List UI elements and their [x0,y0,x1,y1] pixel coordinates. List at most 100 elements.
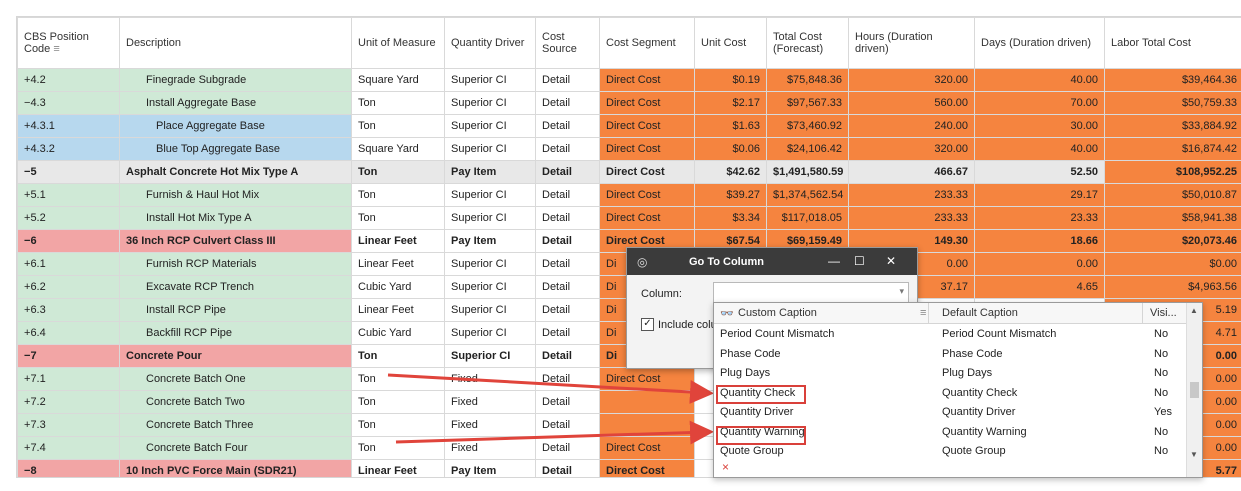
cell-uom[interactable]: Cubic Yard [351,275,445,299]
cell-cost-source[interactable]: Detail [535,91,600,115]
default-caption-header[interactable]: Default Caption [942,307,1018,319]
cell-cost-segment[interactable]: Direct Cost [599,206,695,230]
cell-days[interactable]: 0.00 [974,252,1105,276]
cell-labor-total[interactable]: $16,874.42 [1104,137,1241,161]
cell-description[interactable]: Concrete Batch Four [119,436,352,460]
cell-uom[interactable]: Linear Feet [351,298,445,322]
cell-code[interactable]: +5.2 [17,206,120,230]
cell-hours[interactable]: 560.00 [848,91,975,115]
cell-uom[interactable]: Ton [351,206,445,230]
col-header-days[interactable]: Days (Duration driven) [974,17,1105,69]
cell-uom[interactable]: Ton [351,344,445,368]
cell-uom[interactable]: Square Yard [351,137,445,161]
cell-hours[interactable]: 320.00 [848,68,975,92]
cell-description[interactable]: Concrete Batch Two [119,390,352,414]
cell-uom[interactable]: Square Yard [351,68,445,92]
cell-labor-total[interactable]: $108,952.25 [1104,160,1241,184]
cell-description[interactable]: Place Aggregate Base [119,114,352,138]
cell-total-cost[interactable]: $97,567.33 [766,91,849,115]
cell-labor-total[interactable]: $50,010.87 [1104,183,1241,207]
dropdown-option[interactable]: Phase Code Phase Code No [714,345,1186,364]
cell-qty-driver[interactable]: Superior CI [444,252,536,276]
col-header-labor-total[interactable]: Labor Total Cost [1104,17,1241,69]
cell-cost-source[interactable]: Detail [535,436,600,460]
cell-cost-source[interactable]: Detail [535,298,600,322]
cell-hours[interactable]: 240.00 [848,114,975,138]
cell-cost-source[interactable]: Detail [535,275,600,299]
cell-qty-driver[interactable]: Superior CI [444,321,536,345]
scroll-thumb[interactable] [1190,382,1199,398]
scroll-up-icon[interactable]: ▲ [1190,306,1198,315]
cell-days[interactable]: 18.66 [974,229,1105,253]
cell-qty-driver[interactable]: Pay Item [444,229,536,253]
cell-unit-cost[interactable]: $3.34 [694,206,767,230]
cell-days[interactable]: 52.50 [974,160,1105,184]
cell-code[interactable]: −5 [17,160,120,184]
cell-code[interactable]: +7.2 [17,390,120,414]
cell-description[interactable]: Concrete Batch One [119,367,352,391]
cell-code[interactable]: −7 [17,344,120,368]
col-header-hours[interactable]: Hours (Duration driven) [848,17,975,69]
cell-uom[interactable]: Ton [351,91,445,115]
cell-cost-segment[interactable]: Direct Cost [599,114,695,138]
cell-hours[interactable]: 320.00 [848,137,975,161]
cell-cost-source[interactable]: Detail [535,229,600,253]
cell-uom[interactable]: Linear Feet [351,459,445,477]
cell-qty-driver[interactable]: Superior CI [444,183,536,207]
cell-qty-driver[interactable]: Superior CI [444,114,536,138]
cell-qty-driver[interactable]: Superior CI [444,275,536,299]
cell-qty-driver[interactable]: Superior CI [444,206,536,230]
cell-description[interactable]: 36 Inch RCP Culvert Class III [119,229,352,253]
cell-description[interactable]: Backfill RCP Pipe [119,321,352,345]
cell-qty-driver[interactable]: Superior CI [444,137,536,161]
table-row[interactable]: +5.1 Furnish & Haul Hot Mix Ton Superior CI… [17,183,1241,207]
cell-cost-segment[interactable]: Direct Cost [599,160,695,184]
cell-days[interactable]: 29.17 [974,183,1105,207]
cell-code[interactable]: −6 [17,229,120,253]
cell-uom[interactable]: Linear Feet [351,252,445,276]
visible-header[interactable]: Visi... [1150,307,1177,319]
col-header-qty-driver[interactable]: Quantity Driver [444,17,536,69]
custom-caption-header[interactable]: Custom Caption [738,307,817,319]
cell-cost-segment[interactable]: Direct Cost [599,436,695,460]
dropdown-option[interactable]: Plug Days Plug Days No [714,364,1186,383]
cell-description[interactable]: Blue Top Aggregate Base [119,137,352,161]
cell-cost-source[interactable]: Detail [535,321,600,345]
cell-qty-driver[interactable]: Fixed [444,413,536,437]
cell-qty-driver[interactable]: Pay Item [444,459,536,477]
cell-cost-source[interactable]: Detail [535,206,600,230]
cell-code[interactable]: +6.1 [17,252,120,276]
dropdown-scrollbar[interactable]: ▲ ▼ [1186,303,1202,477]
cell-cost-source[interactable]: Detail [535,344,600,368]
cell-qty-driver[interactable]: Superior CI [444,298,536,322]
cell-total-cost[interactable]: $1,491,580.59 [766,160,849,184]
table-row[interactable]: +4.3.2 Blue Top Aggregate Base Square Yard… [17,137,1241,161]
cell-cost-segment[interactable]: Direct Cost [599,68,695,92]
cell-code[interactable]: −4.3 [17,91,120,115]
cell-labor-total[interactable]: $33,884.92 [1104,114,1241,138]
include-checkbox[interactable]: ✓ [641,318,654,331]
cell-description[interactable]: Furnish & Haul Hot Mix [119,183,352,207]
cell-code[interactable]: +7.3 [17,413,120,437]
cell-code[interactable]: +4.2 [17,68,120,92]
cell-labor-total[interactable]: $0.00 [1104,252,1241,276]
cell-cost-source[interactable]: Detail [535,413,600,437]
cell-hours[interactable]: 233.33 [848,206,975,230]
cell-days[interactable]: 4.65 [974,275,1105,299]
cell-code[interactable]: +4.3.1 [17,114,120,138]
cell-total-cost[interactable]: $24,106.42 [766,137,849,161]
cell-code[interactable]: +7.1 [17,367,120,391]
cell-labor-total[interactable]: $39,464.36 [1104,68,1241,92]
cell-code[interactable]: +5.1 [17,183,120,207]
cell-unit-cost[interactable]: $42.62 [694,160,767,184]
cell-code[interactable]: −8 [17,459,120,477]
cell-code[interactable]: +6.3 [17,298,120,322]
col-header-description[interactable]: Description [119,17,352,69]
table-row[interactable]: −4.3 Install Aggregate Base Ton Superior CI… [17,91,1241,115]
cell-total-cost[interactable]: $117,018.05 [766,206,849,230]
cell-uom[interactable]: Ton [351,413,445,437]
cell-cost-source[interactable]: Detail [535,68,600,92]
cell-cost-source[interactable]: Detail [535,160,600,184]
col-header-code[interactable]: CBS Position Code ≡ [17,17,120,69]
cell-description[interactable]: 10 Inch PVC Force Main (SDR21) [119,459,352,477]
